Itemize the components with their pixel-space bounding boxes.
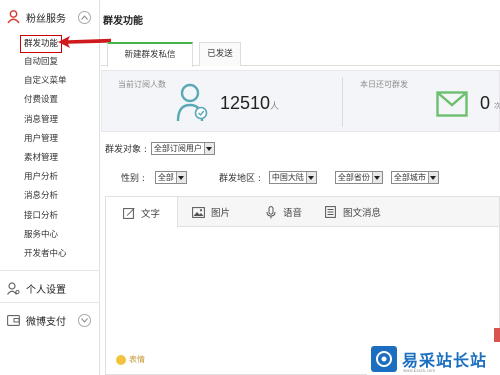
- editor-tab-voice[interactable]: 语音: [264, 197, 302, 227]
- stats-panel: 当前订阅人数 12510 人 本日还可群发 0 次: [101, 70, 500, 132]
- remaining-count: 0: [480, 93, 491, 113]
- target-select[interactable]: 全部订阅用户: [150, 142, 215, 155]
- subscribers-count: 12510: [220, 93, 271, 113]
- gender-label: 性别 :: [121, 174, 145, 184]
- brand-logo-icon: [371, 345, 397, 372]
- sidebar-menu: 群发功能 自动回复 自定义菜单 付费设置 消息管理 用户管理 素材管理 用户分析…: [20, 35, 67, 264]
- sidebar-item-custom-menu[interactable]: 自定义菜单: [24, 72, 67, 91]
- stats-divider: [342, 77, 343, 127]
- sidebar-item-message-analytics[interactable]: 消息分析: [24, 187, 67, 206]
- sidebar-section-weibo-pay[interactable]: 微博支付: [6, 312, 91, 328]
- image-icon: [192, 206, 205, 219]
- sidebar-section-label: 粉丝服务: [26, 13, 66, 25]
- subscribers-label: 当前订阅人数: [118, 80, 166, 89]
- editor-tab-article[interactable]: 图文消息: [324, 197, 381, 227]
- tab-bar: 新建群发私信 已发送: [101, 42, 500, 67]
- target-row: 群发对象 : 全部订阅用户: [105, 142, 215, 155]
- sidebar-item-service-center[interactable]: 服务中心: [24, 226, 67, 245]
- envelope-icon: [436, 91, 468, 117]
- chevron-up-icon[interactable]: [78, 10, 91, 24]
- remaining-unit: 次: [494, 102, 500, 110]
- remaining-label: 本日还可群发: [360, 80, 408, 89]
- gender-row: 性别 : 全部: [121, 171, 187, 184]
- editor-tab-label: 文字: [141, 208, 161, 220]
- target-label: 群发对象 :: [105, 145, 147, 155]
- region-row: 群发地区 : 中国大陆 全部省份 全部城市: [219, 171, 439, 184]
- target-select-value: 全部订阅用户: [153, 144, 202, 153]
- tab-sent[interactable]: 已发送: [199, 42, 241, 66]
- fans-icon: [6, 10, 20, 24]
- city-select-value: 全部城市: [393, 173, 426, 182]
- microphone-icon: [264, 205, 277, 219]
- edit-icon: [122, 206, 135, 219]
- sidebar-divider: [0, 302, 100, 303]
- dropdown-arrow-icon: [427, 172, 438, 183]
- dropdown-arrow-icon: [371, 172, 382, 183]
- sidebar-section-label: 微博支付: [26, 316, 66, 328]
- editor-tab-label: 语音: [283, 208, 303, 219]
- gender-select[interactable]: 全部: [154, 171, 187, 184]
- country-select-value: 中国大陆: [271, 173, 304, 182]
- person-settings-icon: [6, 281, 20, 295]
- city-select[interactable]: 全部城市: [390, 171, 439, 184]
- message-text-area[interactable]: [106, 228, 499, 348]
- wallet-icon: [6, 313, 20, 327]
- sidebar-item-material-management[interactable]: 素材管理: [24, 149, 67, 168]
- editor-tab-bar: 文字 图片 语音 图文消息: [106, 197, 499, 228]
- editor-tab-label: 图片: [211, 208, 231, 219]
- editor-tab-image[interactable]: 图片: [192, 197, 230, 227]
- dropdown-arrow-icon: [175, 172, 186, 183]
- sidebar-section-personal-settings[interactable]: 个人设置: [6, 280, 66, 296]
- page-title: 群发功能: [103, 16, 143, 27]
- sidebar-item-developer-center[interactable]: 开发者中心: [24, 245, 67, 264]
- dropdown-arrow-icon: [305, 172, 316, 183]
- region-label: 群发地区 :: [219, 174, 261, 184]
- sidebar-item-user-analytics[interactable]: 用户分析: [24, 168, 67, 187]
- watermark-url: www.Easck.com: [403, 368, 436, 373]
- province-select-value: 全部省份: [337, 173, 370, 182]
- dropdown-arrow-icon: [203, 143, 214, 154]
- tab-new-mass-message[interactable]: 新建群发私信: [107, 42, 193, 67]
- article-icon: [324, 206, 337, 219]
- sidebar-item-user-management[interactable]: 用户管理: [24, 130, 67, 149]
- editor-tab-text[interactable]: 文字: [106, 197, 178, 228]
- gender-select-value: 全部: [157, 173, 174, 182]
- subscriber-person-icon: [176, 83, 208, 122]
- chevron-down-icon[interactable]: [78, 313, 91, 327]
- main-panel: 群发功能 新建群发私信 已发送 当前订阅人数 12510 人 本日还可群发 0 …: [101, 0, 500, 375]
- emoji-icon: [116, 354, 126, 365]
- sidebar-section-fans-service[interactable]: 粉丝服务: [6, 9, 91, 25]
- country-select[interactable]: 中国大陆: [268, 171, 317, 184]
- emoji-label: 表情: [129, 355, 145, 364]
- sidebar: 粉丝服务 群发功能 自动回复 自定义菜单 付费设置 消息管理 用户管理 素材管理…: [0, 0, 100, 375]
- sidebar-item-payment-settings[interactable]: 付费设置: [24, 91, 67, 110]
- sidebar-item-api-analytics[interactable]: 接口分析: [24, 207, 67, 226]
- editor-tab-label: 图文消息: [343, 208, 382, 219]
- province-select[interactable]: 全部省份: [334, 171, 383, 184]
- sidebar-item-auto-reply[interactable]: 自动回复: [24, 53, 67, 72]
- emoji-button[interactable]: 表情: [116, 354, 145, 365]
- watermark: 易采站长站 www.Easck.com: [367, 342, 500, 375]
- sidebar-divider: [0, 270, 100, 271]
- sidebar-item-message-management[interactable]: 消息管理: [24, 111, 67, 130]
- sidebar-section-label: 个人设置: [26, 284, 66, 296]
- subscribers-unit: 人: [270, 102, 280, 112]
- watermark-brand: 易采站长站: [402, 350, 488, 370]
